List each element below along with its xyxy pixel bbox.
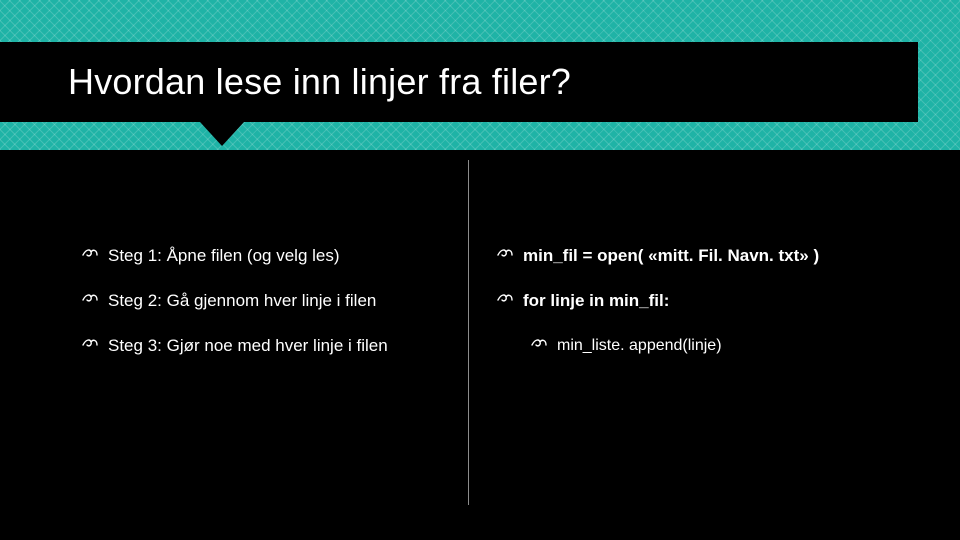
list-item: min_fil = open( «mitt. Fil. Navn. txt» ) bbox=[497, 245, 897, 268]
column-divider bbox=[468, 160, 469, 505]
title-bar: Hvordan lese inn linjer fra filer? bbox=[0, 42, 918, 122]
list-item: Steg 3: Gjør noe med hver linje i filen bbox=[82, 335, 452, 358]
flourish-icon bbox=[531, 336, 547, 350]
list-item-sub: min_liste. append(linje) bbox=[531, 335, 897, 357]
left-column: Steg 1: Åpne filen (og velg les) Steg 2:… bbox=[82, 245, 452, 380]
flourish-icon bbox=[497, 246, 513, 260]
list-item-text: min_liste. append(linje) bbox=[557, 335, 722, 357]
list-item-text: Steg 2: Gå gjennom hver linje i filen bbox=[108, 290, 376, 313]
list-item: for linje in min_fil: bbox=[497, 290, 897, 313]
list-item-text: for linje in min_fil: bbox=[523, 290, 669, 313]
flourish-icon bbox=[497, 291, 513, 305]
title-notch bbox=[200, 122, 244, 146]
list-item-text: min_fil = open( «mitt. Fil. Navn. txt» ) bbox=[523, 245, 819, 268]
list-item-text: Steg 3: Gjør noe med hver linje i filen bbox=[108, 335, 388, 358]
flourish-icon bbox=[82, 336, 98, 350]
list-item: Steg 2: Gå gjennom hver linje i filen bbox=[82, 290, 452, 313]
flourish-icon bbox=[82, 246, 98, 260]
flourish-icon bbox=[82, 291, 98, 305]
slide: Hvordan lese inn linjer fra filer? Steg … bbox=[0, 0, 960, 540]
slide-title: Hvordan lese inn linjer fra filer? bbox=[68, 61, 571, 103]
right-column: min_fil = open( «mitt. Fil. Navn. txt» )… bbox=[497, 245, 897, 378]
list-item: Steg 1: Åpne filen (og velg les) bbox=[82, 245, 452, 268]
list-item-text: Steg 1: Åpne filen (og velg les) bbox=[108, 245, 340, 268]
